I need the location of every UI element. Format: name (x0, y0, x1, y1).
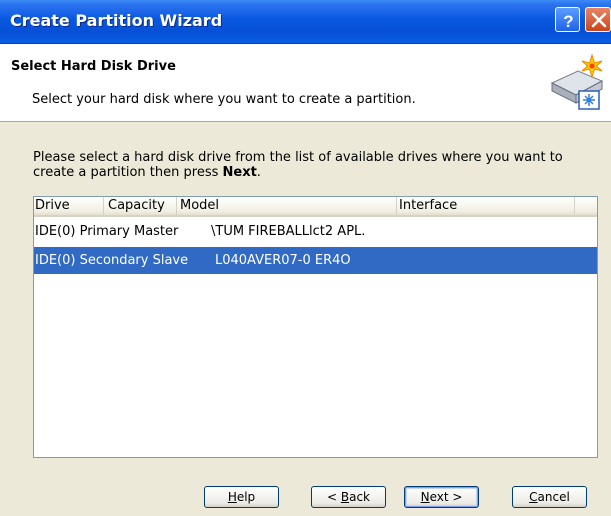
next-button-label: ext > (429, 490, 463, 504)
instructions-text-end: . (256, 165, 261, 180)
back-button-prefix: < (326, 490, 341, 504)
svg-text:?: ? (563, 12, 573, 31)
cell-model: L040AVER07-0 ER4O (215, 253, 351, 268)
back-button[interactable]: < Back (311, 486, 386, 508)
help-button[interactable]: Help (204, 486, 279, 508)
cell-drive: IDE(0) Primary Master (35, 224, 179, 239)
table-row[interactable]: IDE(0) Primary Master \TUM FIREBALLlct2 … (34, 218, 597, 245)
list-header: Drive Capacity Model Interface (34, 197, 597, 217)
help-button-label: elp (236, 490, 256, 504)
column-header-interface[interactable]: Interface (397, 197, 575, 215)
column-header-drive[interactable]: Drive (34, 197, 104, 215)
button-bar: Help < Back Next > Cancel (0, 480, 611, 516)
help-icon[interactable]: ? (555, 7, 580, 32)
column-header-model[interactable]: Model (177, 197, 397, 215)
page-subtitle: Select your hard disk where you want to … (32, 92, 416, 107)
cancel-button[interactable]: Cancel (512, 486, 587, 508)
wizard-window: Create Partition Wizard ? Select Hard Di… (0, 0, 611, 516)
title-bar[interactable]: Create Partition Wizard ? (0, 0, 611, 44)
drive-list[interactable]: Drive Capacity Model Interface IDE(0) Pr… (33, 196, 598, 458)
wizard-header: Select Hard Disk Drive Select your hard … (0, 44, 611, 122)
cell-interface (397, 247, 575, 274)
instructions-text-main: Please select a hard disk drive from the… (33, 150, 563, 180)
cell-interface (397, 218, 575, 245)
next-button[interactable]: Next > (404, 486, 479, 508)
back-button-label: ack (349, 490, 370, 504)
instructions-text: Please select a hard disk drive from the… (33, 150, 598, 180)
window-title: Create Partition Wizard (10, 11, 223, 30)
cell-drive: IDE(0) Secondary Slave (35, 253, 189, 268)
page-title: Select Hard Disk Drive (11, 59, 176, 74)
instructions-next-emphasis: Next (222, 165, 257, 180)
table-row-selected[interactable]: IDE(0) Secondary Slave L040AVER07-0 ER4O (34, 247, 597, 274)
next-button-mnemonic: N (420, 490, 430, 504)
column-header-capacity[interactable]: Capacity (104, 197, 177, 215)
hard-disk-wizard-icon (548, 53, 606, 111)
help-button-mnemonic: H (227, 490, 237, 504)
cancel-button-label: ancel (537, 490, 570, 504)
close-icon[interactable] (585, 7, 611, 32)
back-button-mnemonic: B (340, 490, 350, 504)
cancel-button-mnemonic: C (529, 490, 538, 504)
cell-model: \TUM FIREBALLlct2 APL. (211, 224, 366, 239)
